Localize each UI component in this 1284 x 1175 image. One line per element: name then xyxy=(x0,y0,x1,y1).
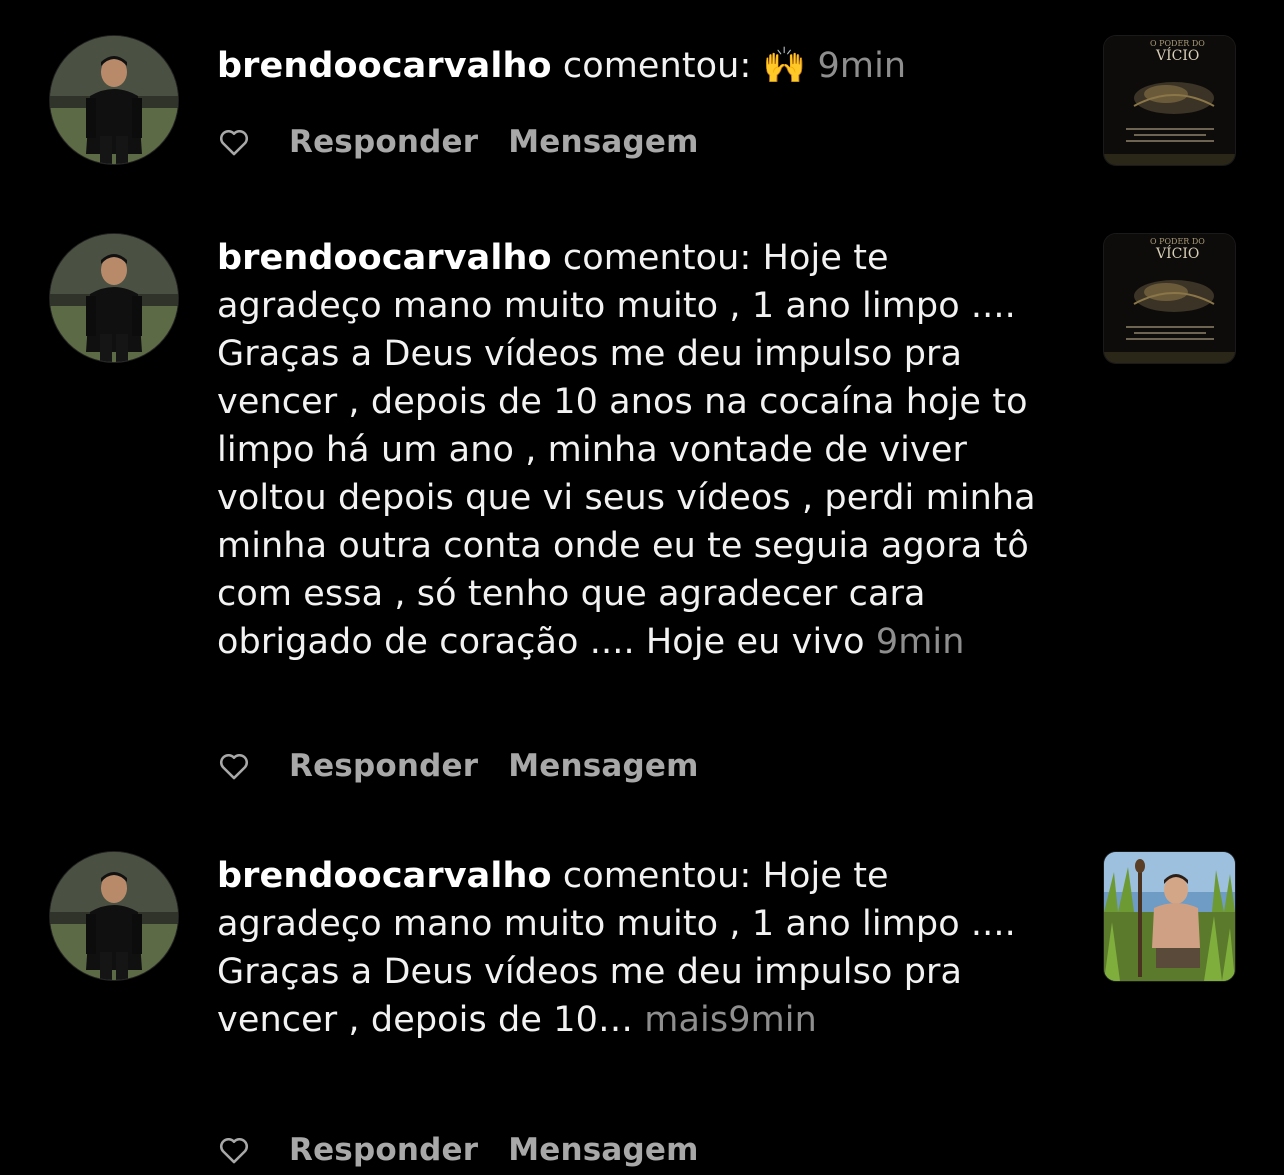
post-thumbnail[interactable] xyxy=(1104,852,1235,981)
thumb-title-text: VÍCIO xyxy=(1155,46,1199,64)
username-link[interactable]: brendoocarvalho xyxy=(217,46,552,86)
thumb-header-text: O PODER DO xyxy=(1150,237,1205,246)
thumb-header-text: O PODER DO xyxy=(1150,39,1205,48)
user-avatar[interactable] xyxy=(50,36,178,164)
action-text: comentou: xyxy=(562,856,752,896)
reply-button[interactable]: Responder xyxy=(289,748,478,784)
notification-actions: Responder Mensagem xyxy=(217,1130,729,1170)
action-text: comentou: xyxy=(562,238,752,278)
message-button[interactable]: Mensagem xyxy=(508,1132,698,1168)
notification-actions: Responder Mensagem xyxy=(217,746,729,786)
heart-outline-icon[interactable] xyxy=(217,749,251,783)
timestamp: 9min xyxy=(728,1000,817,1040)
username-link[interactable]: brendoocarvalho xyxy=(217,856,552,896)
thumb-title-text: VÍCIO xyxy=(1155,244,1199,262)
post-thumbnail[interactable]: O PODER DO VÍCIO xyxy=(1104,36,1235,165)
reply-button[interactable]: Responder xyxy=(289,1132,478,1168)
timestamp: 9min xyxy=(817,46,907,86)
message-button[interactable]: Mensagem xyxy=(508,124,698,160)
notification-actions: Responder Mensagem xyxy=(217,122,729,162)
heart-outline-icon[interactable] xyxy=(217,1133,251,1167)
heart-outline-icon[interactable] xyxy=(217,125,251,159)
username-link[interactable]: brendoocarvalho xyxy=(217,238,552,278)
notification-text: brendoocarvalho comentou: Hoje te agrade… xyxy=(217,852,1057,1044)
user-avatar[interactable] xyxy=(50,852,178,980)
timestamp: 9min xyxy=(875,622,965,662)
comment-text: Hoje te agradeço mano muito muito , 1 an… xyxy=(217,238,1036,662)
comment-text: 🙌 xyxy=(762,46,807,86)
notification-text: brendoocarvalho comentou: 🙌 9min xyxy=(217,42,1057,90)
message-button[interactable]: Mensagem xyxy=(508,748,698,784)
reply-button[interactable]: Responder xyxy=(289,124,478,160)
post-thumbnail[interactable]: O PODER DO VÍCIO xyxy=(1104,234,1235,363)
more-link[interactable]: mais xyxy=(644,1000,728,1040)
action-text: comentou: xyxy=(562,46,752,86)
user-avatar[interactable] xyxy=(50,234,178,362)
notification-text: brendoocarvalho comentou: Hoje te agrade… xyxy=(217,234,1057,666)
